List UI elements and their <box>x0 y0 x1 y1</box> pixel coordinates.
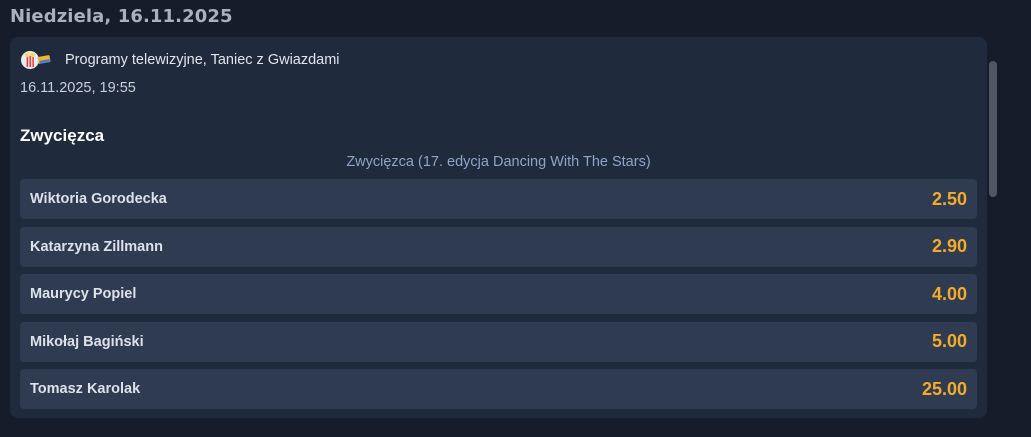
event-card: Programy telewizyjne, Taniec z Gwiazdami… <box>10 37 987 418</box>
outcome-name: Maurycy Popiel <box>30 286 137 302</box>
outcome-odds: 5.00 <box>931 331 967 351</box>
outcome-name: Tomasz Karolak <box>30 381 141 397</box>
outcomes-list: Wiktoria Gorodecka 2.50 Katarzyna Zillma… <box>20 179 977 417</box>
outcome-odds: 4.00 <box>931 283 967 304</box>
outcome-name: Wiktoria Gorodecka <box>30 191 167 207</box>
outcome-name: Mikołaj Bagiński <box>30 333 144 350</box>
outcome-button[interactable]: Maurycy Popiel 4.00 <box>20 274 977 314</box>
event-category: Programy telewizyjne, Taniec z Gwiazdami <box>20 48 340 72</box>
outcome-odds: 25.00 <box>921 378 967 399</box>
day-header: Niedziela, 16.11.2025 <box>10 6 233 27</box>
outcome-button[interactable]: Wiktoria Gorodecka 2.50 <box>20 179 977 219</box>
outcome-odds: 2.90 <box>931 236 967 256</box>
page: Niedziela, 16.11.2025 Programy telewizyj… <box>0 0 1031 437</box>
outcome-button[interactable]: Katarzyna Zillmann 2.90 <box>20 226 977 267</box>
outcome-odds: 2.50 <box>931 188 967 209</box>
tv-popcorn-icon <box>20 49 52 71</box>
outcome-button[interactable]: Tomasz Karolak 25.00 <box>20 369 977 409</box>
scrollbar-thumb[interactable] <box>989 61 997 197</box>
market-subtitle: Zwycięzca (17. edycja Dancing With The S… <box>346 154 651 170</box>
outcome-button[interactable]: Mikołaj Bagiński 5.00 <box>20 321 977 362</box>
category-label: Programy telewizyjne, Taniec z Gwiazdami <box>65 52 340 68</box>
market-title: Zwycięzca <box>20 126 105 145</box>
outcome-name: Katarzyna Zillmann <box>30 238 163 255</box>
event-datetime: 16.11.2025, 19:55 <box>20 80 136 96</box>
